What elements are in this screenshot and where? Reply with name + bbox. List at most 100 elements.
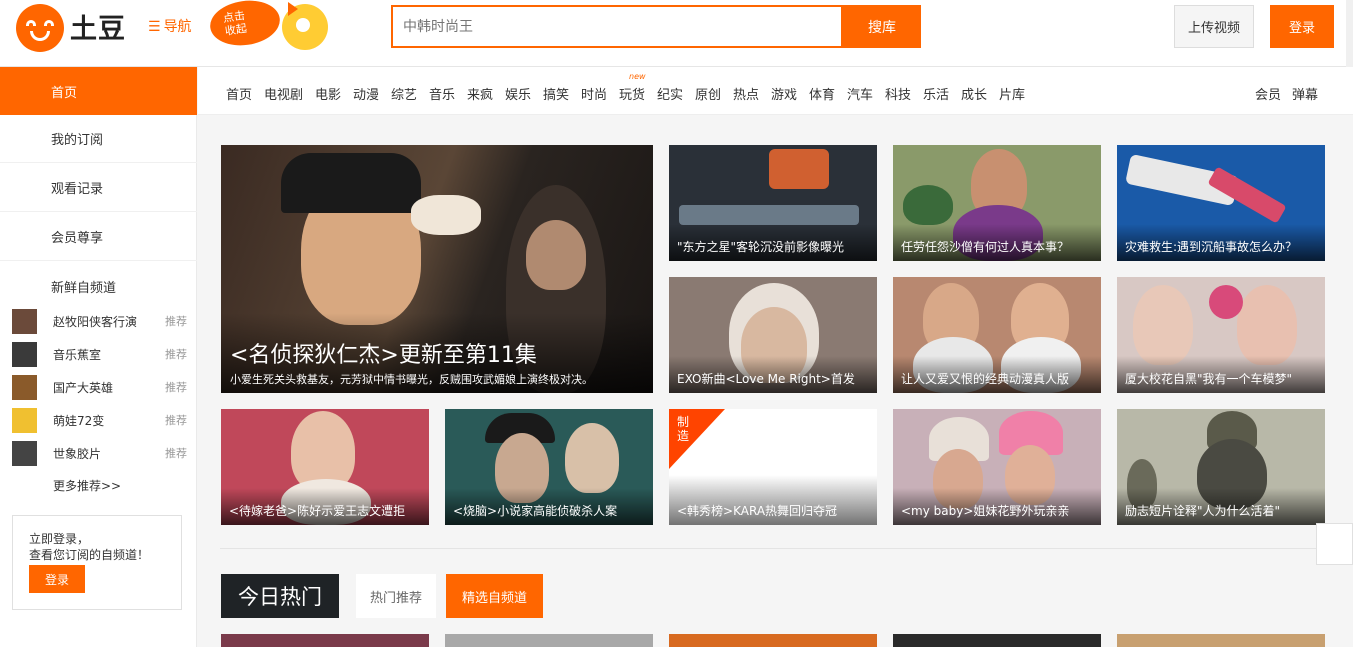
video-caption: 灾难救生:遇到沉船事故怎么办？	[1117, 224, 1325, 261]
video-tile[interactable]: <my baby>姐妹花野外玩亲亲	[893, 409, 1101, 525]
sidebar-login-button[interactable]: 登录	[29, 565, 85, 593]
category-link[interactable]: 体育	[809, 84, 835, 103]
video-tile[interactable]: <待嫁老爸>陈好示爱王志文遭拒	[221, 409, 429, 525]
category-link[interactable]: 动漫	[353, 84, 379, 103]
channel-name: 国产大英雄	[53, 380, 114, 395]
play-icon	[288, 2, 298, 16]
search-box	[391, 5, 843, 48]
channel-item[interactable]: 萌娃72变 推荐	[12, 407, 187, 433]
video-caption: <待嫁老爸>陈好示爱王志文遭拒	[221, 488, 429, 525]
category-link[interactable]: 电影	[315, 84, 341, 103]
video-caption: <韩秀榜>KARA热舞回归夺冠	[677, 504, 838, 518]
recommend-tag: 推荐	[165, 414, 187, 427]
category-link[interactable]: 游戏	[771, 84, 797, 103]
sidebar-item-home[interactable]: 首页	[0, 67, 197, 115]
tudou-homepage: 土豆 ☰导航 点击 收起 搜库 上传视频 登录 首页 我的订阅 观看记录 会员尊…	[0, 0, 1353, 647]
search-input[interactable]	[393, 7, 841, 46]
category-link[interactable]: 成长	[961, 84, 987, 103]
tab-hot-recommend[interactable]: 热门推荐	[356, 574, 436, 618]
category-link[interactable]: 玩货	[619, 84, 645, 103]
video-tile[interactable]: 让人又爱又恨的经典动漫真人版	[893, 277, 1101, 393]
category-link[interactable]: 纪实	[657, 84, 683, 103]
video-tile[interactable]: 励志短片诠释"人为什么活着"	[1117, 409, 1325, 525]
danmu-link[interactable]: 弹幕	[1292, 84, 1318, 103]
category-link[interactable]: 热点	[733, 84, 759, 103]
video-tile[interactable]: EXO新曲<Love Me Right>首发	[669, 277, 877, 393]
category-link[interactable]: 音乐	[429, 84, 455, 103]
video-tile[interactable]: 任劳任怨沙僧有何过人真本事？	[893, 145, 1101, 261]
video-tile[interactable]: "东方之星"客轮沉没前影像曝光	[669, 145, 877, 261]
video-thumbnail[interactable]	[221, 634, 429, 647]
video-thumbnail[interactable]	[669, 634, 877, 647]
channel-item[interactable]: 赵牧阳侠客行演 推荐	[12, 308, 187, 334]
channels-section-title: 新鲜自频道	[51, 281, 117, 296]
login-button[interactable]: 登录	[1270, 5, 1334, 48]
channel-item[interactable]: 音乐蕉室 推荐	[12, 341, 187, 367]
hot-today-title: 今日热门	[221, 574, 339, 618]
scrollbar[interactable]	[1346, 0, 1353, 67]
category-link[interactable]: 科技	[885, 84, 911, 103]
nav-menu-label: 导航	[163, 19, 192, 35]
recommend-tag: 推荐	[165, 315, 187, 328]
search-button[interactable]: 搜库	[843, 5, 921, 48]
logo-eye	[26, 20, 36, 26]
category-link[interactable]: 电视剧	[264, 84, 303, 103]
recommend-tag: 推荐	[165, 447, 187, 460]
video-thumbnail[interactable]	[1117, 634, 1325, 647]
channel-avatar	[12, 407, 37, 433]
category-link[interactable]: 综艺	[391, 84, 417, 103]
login-prompt-text: 查看您订阅的自频道！	[29, 548, 150, 562]
tudou-face-icon	[16, 4, 64, 52]
promo-mascot-banner[interactable]: 点击 收起	[207, 0, 335, 66]
logo-mouth	[30, 31, 50, 41]
video-tile[interactable]: 灾难救生:遇到沉船事故怎么办？	[1117, 145, 1325, 261]
video-thumbnail[interactable]	[445, 634, 653, 647]
channel-avatar	[12, 374, 37, 400]
promo-bubble: 点击 收起	[207, 0, 283, 50]
logo-eye	[44, 20, 54, 26]
channel-item[interactable]: 世象胶片 推荐	[12, 440, 187, 466]
video-tile[interactable]: 制造 <韩秀榜>KARA热舞回归夺冠	[669, 409, 877, 525]
category-link[interactable]: 娱乐	[505, 84, 531, 103]
tudou-logo[interactable]: 土豆	[16, 4, 136, 52]
tile-art	[1237, 285, 1297, 365]
category-link[interactable]: 片库	[999, 84, 1025, 103]
vip-link[interactable]: 会员	[1255, 84, 1281, 103]
featured-subtitle: 小爱生死关头救基友，元芳狱中情书曝光，反贼围攻武媚娘上演终极对决。	[230, 373, 593, 386]
channel-name: 萌娃72变	[53, 413, 105, 428]
featured-cloud-art	[411, 195, 481, 235]
category-link[interactable]: 搞笑	[543, 84, 569, 103]
video-caption: EXO新曲<Love Me Right>首发	[669, 356, 877, 393]
channel-item[interactable]: 国产大英雄 推荐	[12, 374, 187, 400]
video-caption: <烧脑>小说家高能侦破杀人案	[445, 488, 653, 525]
video-caption: <my baby>姐妹花野外玩亲亲	[893, 488, 1101, 525]
sidebar-item-subscriptions[interactable]: 我的订阅	[0, 115, 197, 163]
sidebar-item-vip[interactable]: 会员尊享	[0, 213, 197, 261]
video-thumbnail[interactable]	[893, 634, 1101, 647]
category-link[interactable]: 原创	[695, 84, 721, 103]
sidebar-item-history[interactable]: 观看记录	[0, 164, 197, 212]
featured-hat-art	[281, 153, 421, 213]
category-link[interactable]: 乐活	[923, 84, 949, 103]
floating-side-button[interactable]	[1316, 523, 1353, 565]
category-link[interactable]: 汽车	[847, 84, 873, 103]
upload-video-button[interactable]: 上传视频	[1174, 5, 1254, 48]
channel-name: 音乐蕉室	[53, 347, 102, 362]
video-tile[interactable]: 厦大校花自黑"我有一个车模梦"	[1117, 277, 1325, 393]
category-nav: 首页 电视剧 电影 动漫 综艺 音乐 来疯 娱乐 搞笑 时尚 new 玩货 纪实…	[198, 67, 1353, 115]
tile-art	[1209, 285, 1243, 319]
more-recommendations-link[interactable]: 更多推荐>>	[53, 477, 121, 494]
menu-icon: ☰	[148, 19, 161, 35]
featured-video-tile[interactable]: <名侦探狄仁杰>更新至第11集 小爱生死关头救基友，元芳狱中情书曝光，反贼围攻武…	[221, 145, 653, 393]
nav-menu-button[interactable]: ☰ 导航	[148, 16, 192, 36]
login-prompt-text: 立即登录，	[29, 532, 90, 546]
tab-featured-channels[interactable]: 精选自频道	[446, 574, 543, 618]
channel-avatar	[12, 440, 37, 466]
channel-avatar	[12, 308, 37, 334]
video-tile[interactable]: <烧脑>小说家高能侦破杀人案	[445, 409, 653, 525]
category-link[interactable]: 时尚	[581, 84, 607, 103]
video-caption: 任劳任怨沙僧有何过人真本事？	[893, 224, 1101, 261]
featured-figure-face-art	[526, 220, 586, 290]
category-link[interactable]: 来疯	[467, 84, 493, 103]
category-link[interactable]: 首页	[226, 84, 252, 103]
